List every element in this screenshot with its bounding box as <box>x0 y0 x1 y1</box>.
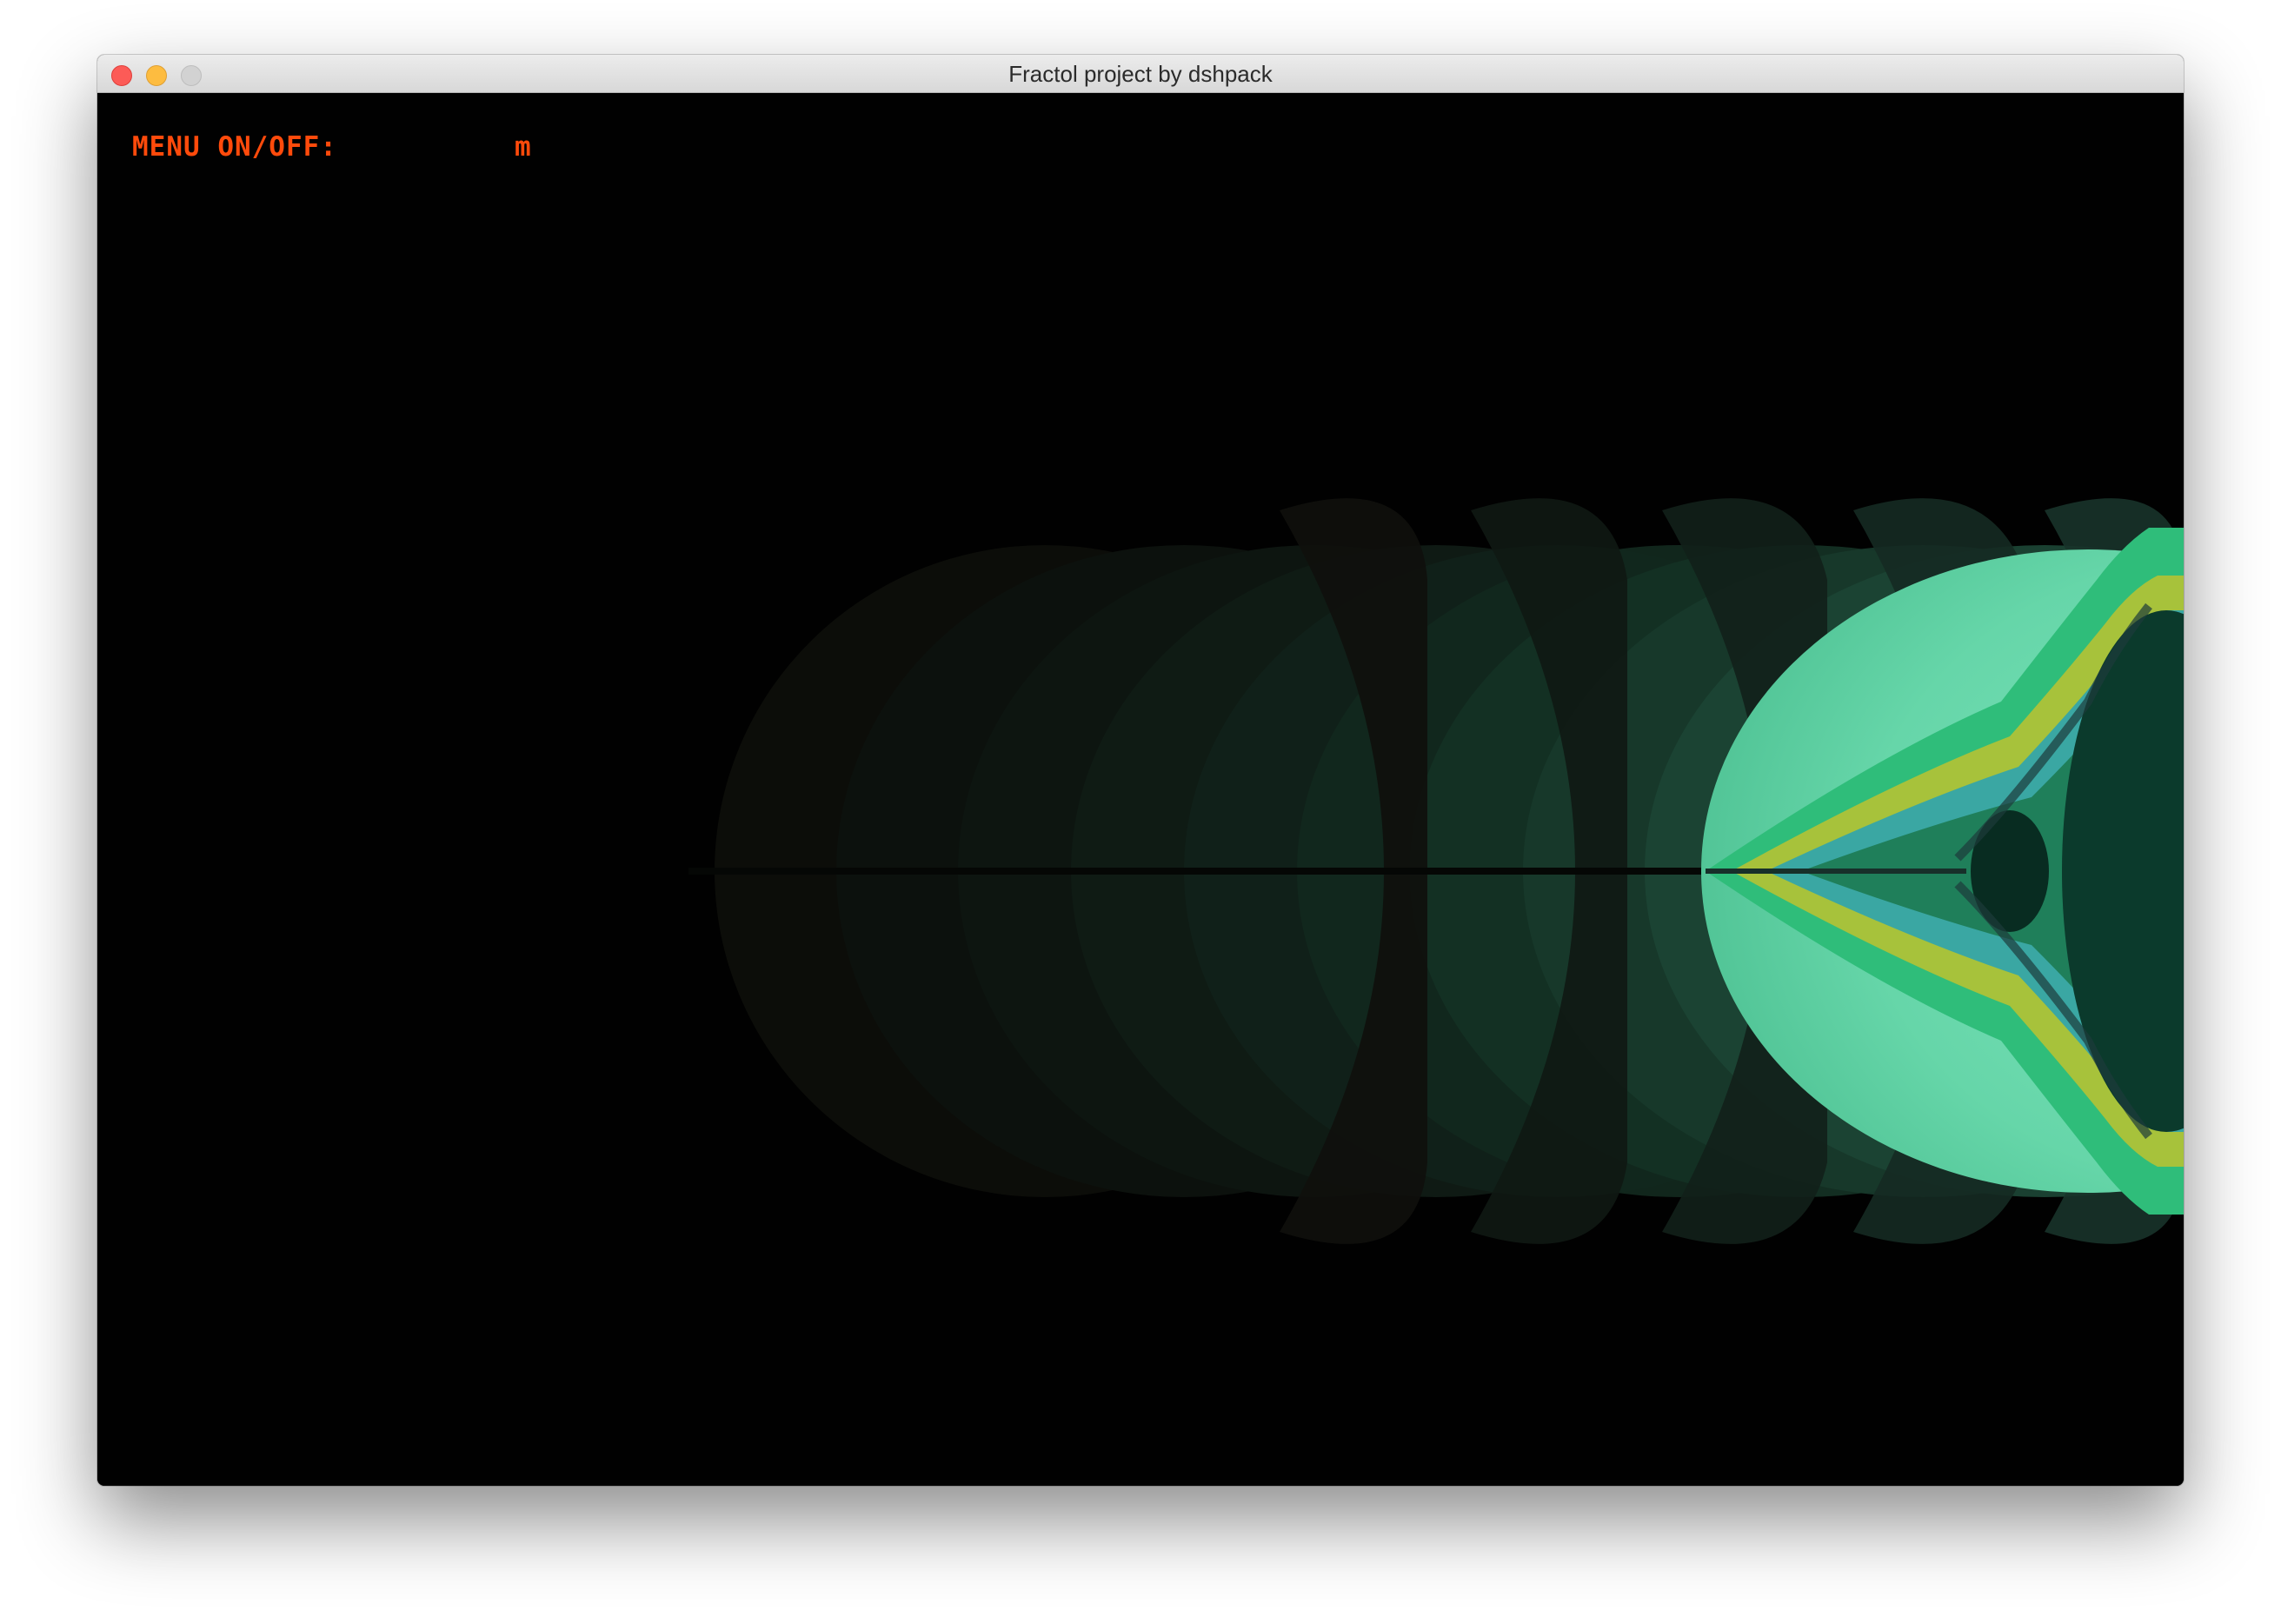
menu-toggle-label: MENU ON/OFF: <box>132 131 337 163</box>
fractal-canvas[interactable]: MENU ON/OFF: m <box>97 93 2184 1486</box>
window-title: Fractol project by dshpack <box>1008 61 1273 87</box>
app-window: Fractol project by dshpack MENU ON/OFF: … <box>97 55 2184 1486</box>
fractal-render <box>688 498 2184 1244</box>
title-bar[interactable]: Fractol project by dshpack <box>97 55 2184 93</box>
menu-toggle-key: m <box>515 131 532 163</box>
